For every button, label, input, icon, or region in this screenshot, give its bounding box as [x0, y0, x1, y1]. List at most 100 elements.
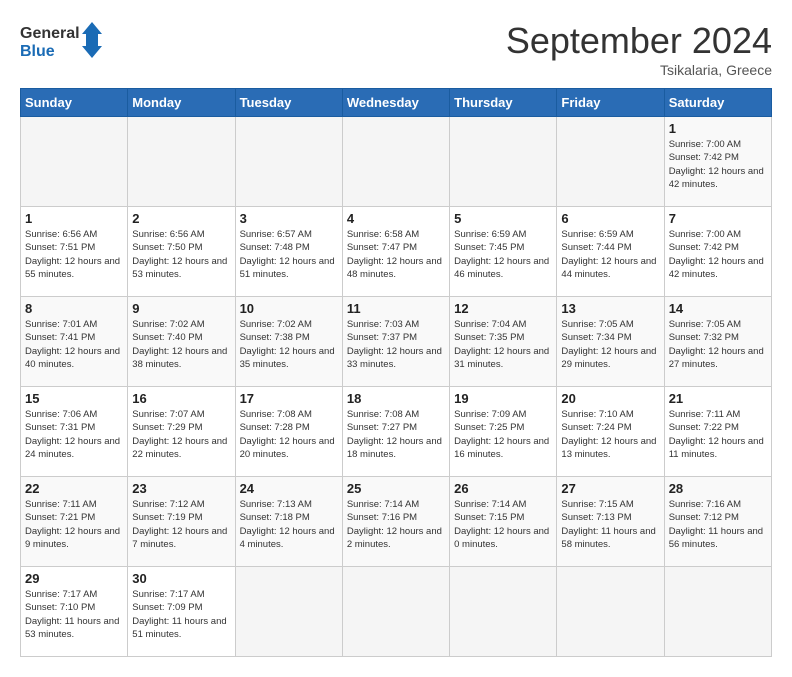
- day-number: 3: [240, 211, 338, 226]
- cell-info: Sunrise: 7:04 AM Sunset: 7:35 PM Dayligh…: [454, 318, 552, 371]
- title-area: September 2024 Tsikalaria, Greece: [506, 20, 772, 78]
- calendar-cell: 14Sunrise: 7:05 AM Sunset: 7:32 PM Dayli…: [664, 297, 771, 387]
- cell-info: Sunrise: 6:59 AM Sunset: 7:44 PM Dayligh…: [561, 228, 659, 281]
- cell-info: Sunrise: 7:12 AM Sunset: 7:19 PM Dayligh…: [132, 498, 230, 551]
- day-number: 6: [561, 211, 659, 226]
- day-number: 9: [132, 301, 230, 316]
- day-number: 23: [132, 481, 230, 496]
- calendar-cell: [342, 117, 449, 207]
- calendar-cell: 9Sunrise: 7:02 AM Sunset: 7:40 PM Daylig…: [128, 297, 235, 387]
- cell-info: Sunrise: 7:02 AM Sunset: 7:38 PM Dayligh…: [240, 318, 338, 371]
- calendar-cell: 5 Sunrise: 6:59 AM Sunset: 7:45 PM Daylig…: [450, 207, 557, 297]
- calendar-cell: 11Sunrise: 7:03 AM Sunset: 7:37 PM Dayli…: [342, 297, 449, 387]
- calendar-cell: 24 Sunrise: 7:13 AM Sunset: 7:18 PM Dayli…: [235, 477, 342, 567]
- calendar-cell: 16 Sunrise: 7:07 AM Sunset: 7:29 PM Dayli…: [128, 387, 235, 477]
- day-number: 13: [561, 301, 659, 316]
- svg-text:Blue: Blue: [20, 43, 55, 60]
- calendar-cell: 1 Sunrise: 6:56 AM Sunset: 7:51 PM Daylig…: [21, 207, 128, 297]
- location: Tsikalaria, Greece: [506, 62, 772, 78]
- day-number: 19: [454, 391, 552, 406]
- cell-info: Sunrise: 7:07 AM Sunset: 7:29 PM Dayligh…: [132, 408, 230, 461]
- calendar-week-row: 15Sunrise: 7:06 AM Sunset: 7:31 PM Dayli…: [21, 387, 772, 477]
- day-of-week-header: Tuesday: [235, 89, 342, 117]
- cell-info: Sunrise: 7:10 AM Sunset: 7:24 PM Dayligh…: [561, 408, 659, 461]
- day-number: 1: [669, 121, 767, 136]
- cell-info: Sunrise: 7:09 AM Sunset: 7:25 PM Dayligh…: [454, 408, 552, 461]
- day-number: 11: [347, 301, 445, 316]
- svg-text:General: General: [20, 25, 80, 42]
- day-number: 20: [561, 391, 659, 406]
- day-of-week-header: Sunday: [21, 89, 128, 117]
- calendar-cell: 23 Sunrise: 7:12 AM Sunset: 7:19 PM Dayli…: [128, 477, 235, 567]
- day-number: 22: [25, 481, 123, 496]
- cell-info: Sunrise: 7:14 AM Sunset: 7:16 PM Dayligh…: [347, 498, 445, 551]
- cell-info: Sunrise: 7:14 AM Sunset: 7:15 PM Dayligh…: [454, 498, 552, 551]
- calendar-week-row: 1 Sunrise: 6:56 AM Sunset: 7:51 PM Daylig…: [21, 207, 772, 297]
- day-number: 2: [132, 211, 230, 226]
- day-number: 5: [454, 211, 552, 226]
- cell-info: Sunrise: 7:06 AM Sunset: 7:31 PM Dayligh…: [25, 408, 123, 461]
- calendar-cell: 4Sunrise: 6:58 AM Sunset: 7:47 PM Daylig…: [342, 207, 449, 297]
- cell-info: Sunrise: 7:16 AM Sunset: 7:12 PM Dayligh…: [669, 498, 767, 551]
- day-number: 24: [240, 481, 338, 496]
- calendar-cell: 8 Sunrise: 7:01 AM Sunset: 7:41 PM Daylig…: [21, 297, 128, 387]
- calendar-week-row: 1 Sunrise: 7:00 AM Sunset: 7:42 PM Daylig…: [21, 117, 772, 207]
- day-number: 25: [347, 481, 445, 496]
- day-number: 16: [132, 391, 230, 406]
- calendar-cell: 13 Sunrise: 7:05 AM Sunset: 7:34 PM Dayli…: [557, 297, 664, 387]
- cell-info: Sunrise: 7:13 AM Sunset: 7:18 PM Dayligh…: [240, 498, 338, 551]
- calendar-cell: 7 Sunrise: 7:00 AM Sunset: 7:42 PM Daylig…: [664, 207, 771, 297]
- calendar-cell: 21 Sunrise: 7:11 AM Sunset: 7:22 PM Dayli…: [664, 387, 771, 477]
- cell-info: Sunrise: 7:17 AM Sunset: 7:10 PM Dayligh…: [25, 588, 123, 641]
- cell-info: Sunrise: 7:05 AM Sunset: 7:34 PM Dayligh…: [561, 318, 659, 371]
- header-row: SundayMondayTuesdayWednesdayThursdayFrid…: [21, 89, 772, 117]
- day-number: 8: [25, 301, 123, 316]
- cell-info: Sunrise: 7:00 AM Sunset: 7:42 PM Dayligh…: [669, 138, 767, 191]
- cell-info: Sunrise: 7:00 AM Sunset: 7:42 PM Dayligh…: [669, 228, 767, 281]
- cell-info: Sunrise: 6:56 AM Sunset: 7:50 PM Dayligh…: [132, 228, 230, 281]
- day-number: 7: [669, 211, 767, 226]
- calendar-cell: 27Sunrise: 7:15 AM Sunset: 7:13 PM Dayli…: [557, 477, 664, 567]
- cell-info: Sunrise: 7:11 AM Sunset: 7:22 PM Dayligh…: [669, 408, 767, 461]
- calendar-cell: 15Sunrise: 7:06 AM Sunset: 7:31 PM Dayli…: [21, 387, 128, 477]
- day-number: 17: [240, 391, 338, 406]
- calendar-cell: 20 Sunrise: 7:10 AM Sunset: 7:24 PM Dayli…: [557, 387, 664, 477]
- day-number: 14: [669, 301, 767, 316]
- calendar-cell: [21, 117, 128, 207]
- calendar-cell: 28Sunrise: 7:16 AM Sunset: 7:12 PM Dayli…: [664, 477, 771, 567]
- cell-info: Sunrise: 7:08 AM Sunset: 7:27 PM Dayligh…: [347, 408, 445, 461]
- cell-info: Sunrise: 6:59 AM Sunset: 7:45 PM Dayligh…: [454, 228, 552, 281]
- day-of-week-header: Friday: [557, 89, 664, 117]
- cell-info: Sunrise: 7:01 AM Sunset: 7:41 PM Dayligh…: [25, 318, 123, 371]
- logo-icon: GeneralBlue: [20, 20, 110, 65]
- day-number: 26: [454, 481, 552, 496]
- cell-info: Sunrise: 6:57 AM Sunset: 7:48 PM Dayligh…: [240, 228, 338, 281]
- calendar-cell: 2 Sunrise: 6:56 AM Sunset: 7:50 PM Daylig…: [128, 207, 235, 297]
- calendar-cell: 1 Sunrise: 7:00 AM Sunset: 7:42 PM Daylig…: [664, 117, 771, 207]
- day-of-week-header: Thursday: [450, 89, 557, 117]
- calendar-cell: 6 Sunrise: 6:59 AM Sunset: 7:44 PM Daylig…: [557, 207, 664, 297]
- cell-info: Sunrise: 6:56 AM Sunset: 7:51 PM Dayligh…: [25, 228, 123, 281]
- calendar-cell: 18 Sunrise: 7:08 AM Sunset: 7:27 PM Dayli…: [342, 387, 449, 477]
- calendar-cell: [557, 117, 664, 207]
- month-title: September 2024: [506, 20, 772, 62]
- calendar-cell: 19 Sunrise: 7:09 AM Sunset: 7:25 PM Dayli…: [450, 387, 557, 477]
- day-number: 21: [669, 391, 767, 406]
- day-number: 12: [454, 301, 552, 316]
- cell-info: Sunrise: 7:17 AM Sunset: 7:09 PM Dayligh…: [132, 588, 230, 641]
- day-of-week-header: Wednesday: [342, 89, 449, 117]
- calendar-cell: 3 Sunrise: 6:57 AM Sunset: 7:48 PM Daylig…: [235, 207, 342, 297]
- day-of-week-header: Monday: [128, 89, 235, 117]
- calendar-cell: 10 Sunrise: 7:02 AM Sunset: 7:38 PM Dayli…: [235, 297, 342, 387]
- day-of-week-header: Saturday: [664, 89, 771, 117]
- day-number: 1: [25, 211, 123, 226]
- cell-info: Sunrise: 6:58 AM Sunset: 7:47 PM Dayligh…: [347, 228, 445, 281]
- day-number: 18: [347, 391, 445, 406]
- calendar-cell: 25 Sunrise: 7:14 AM Sunset: 7:16 PM Dayli…: [342, 477, 449, 567]
- day-number: 29: [25, 571, 123, 586]
- day-number: 10: [240, 301, 338, 316]
- calendar-cell: 26 Sunrise: 7:14 AM Sunset: 7:15 PM Dayli…: [450, 477, 557, 567]
- calendar-cell: 12 Sunrise: 7:04 AM Sunset: 7:35 PM Dayli…: [450, 297, 557, 387]
- calendar-cell: [235, 117, 342, 207]
- day-number: 30: [132, 571, 230, 586]
